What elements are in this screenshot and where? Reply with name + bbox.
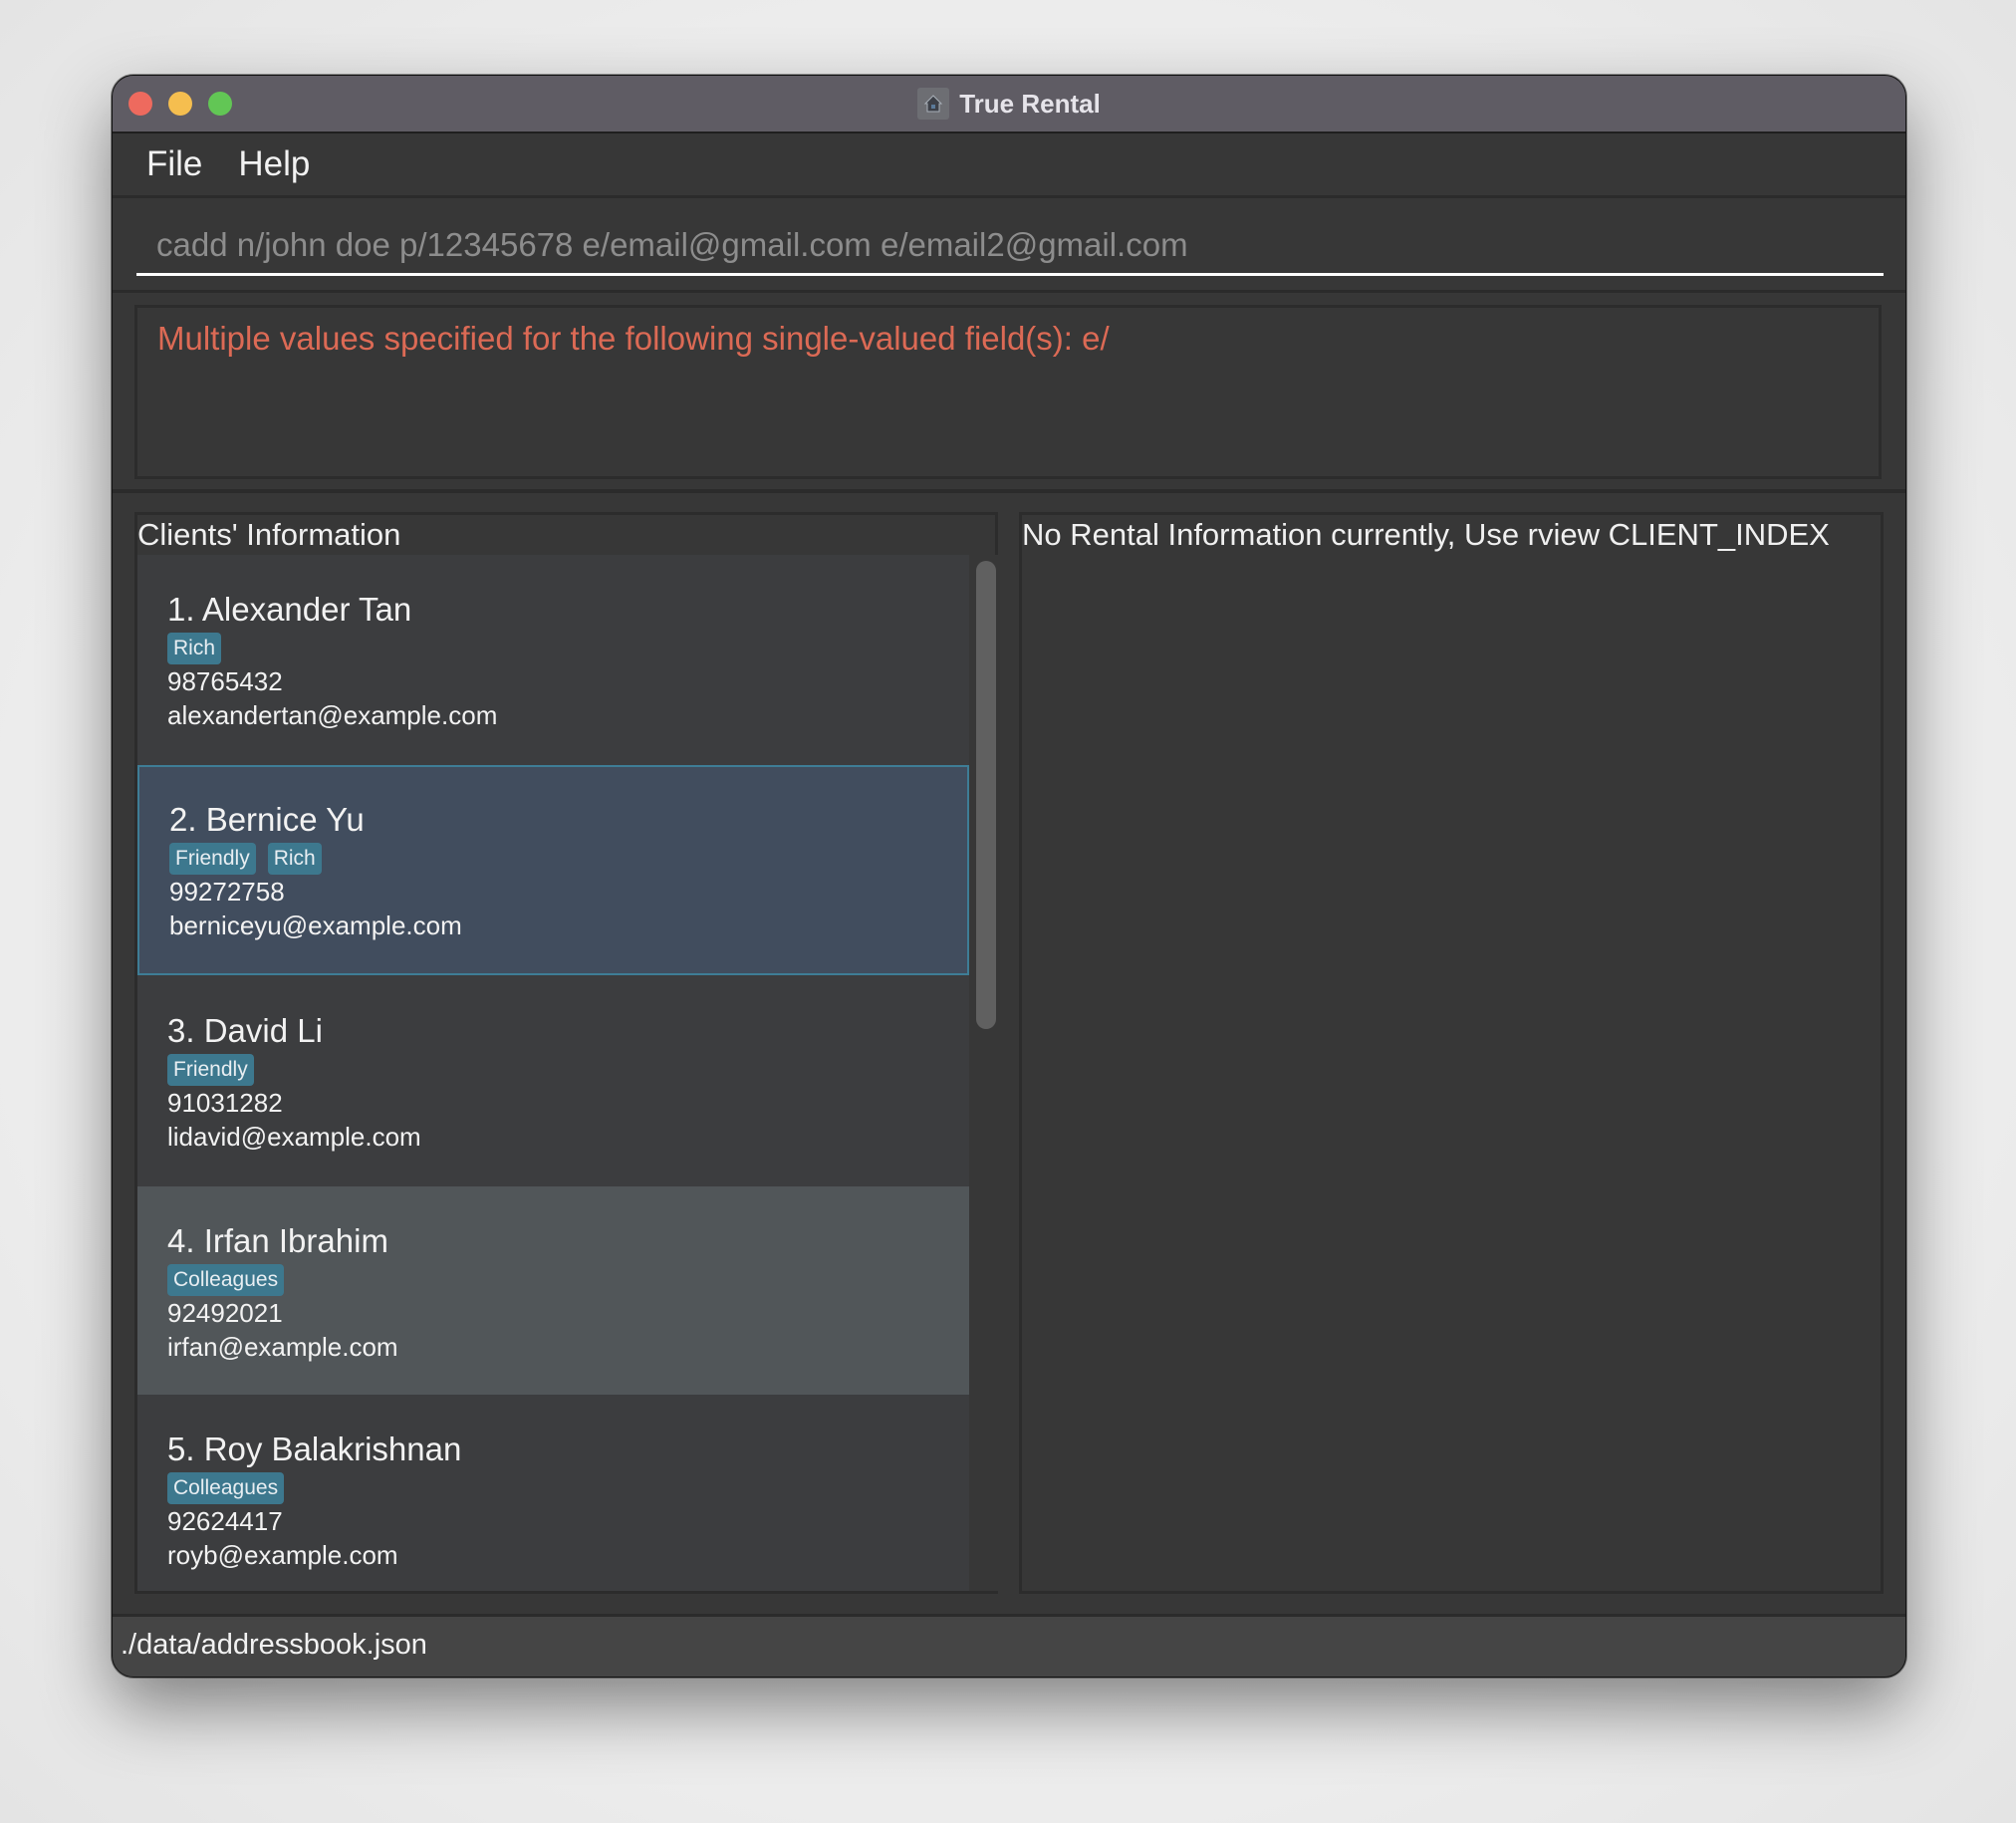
client-email: irfan@example.com (167, 1332, 398, 1362)
menu-help[interactable]: Help (238, 144, 310, 184)
client-list-scrollbar[interactable] (972, 555, 998, 1591)
client-email: alexandertan@example.com (167, 700, 498, 730)
client-phone: 91031282 (167, 1088, 283, 1118)
client-card-hovered[interactable]: 4. Irfan Ibrahim Colleagues 92492021 irf… (137, 1186, 969, 1397)
client-card[interactable]: 5. Roy Balakrishnan Colleagues 92624417 … (137, 1395, 969, 1591)
menu-file[interactable]: File (146, 144, 202, 184)
client-name: 2. Bernice Yu (169, 801, 365, 838)
client-email: lidavid@example.com (167, 1122, 421, 1152)
client-phone: 92624417 (167, 1506, 283, 1536)
data-file-path: ./data/addressbook.json (121, 1629, 427, 1661)
client-panel-title: Clients' Information (137, 517, 401, 552)
window-title: True Rental (959, 88, 1101, 119)
client-phone: 98765432 (167, 666, 283, 696)
client-name: 3. David Li (167, 1012, 323, 1049)
client-card-selected[interactable]: 2. Bernice Yu Friendly Rich 99272758 ber… (137, 765, 969, 975)
client-tag: Colleagues (167, 1472, 285, 1504)
result-display: Multiple values specified for the follow… (134, 305, 1882, 479)
scrollbar-thumb[interactable] (976, 561, 996, 1029)
status-bar: ./data/addressbook.json (113, 1614, 1905, 1677)
client-list-panel: Clients' Information 1. Alexander Tan Ri… (134, 512, 998, 1594)
client-phone: 99272758 (169, 877, 285, 907)
app-window: True Rental File Help Multiple values sp… (112, 75, 1906, 1678)
rental-info-panel: No Rental Information currently, Use rvi… (1019, 512, 1884, 1594)
client-tag: Rich (267, 843, 322, 875)
client-tag: Colleagues (167, 1264, 285, 1296)
client-phone: 92492021 (167, 1298, 283, 1328)
command-input[interactable] (136, 216, 1884, 276)
client-list[interactable]: 1. Alexander Tan Rich 98765432 alexander… (137, 555, 969, 1591)
client-card[interactable]: 3. David Li Friendly 91031282 lidavid@ex… (137, 976, 969, 1186)
house-app-icon (917, 88, 950, 120)
client-tag: Friendly (169, 843, 256, 875)
client-tag: Friendly (167, 1054, 254, 1086)
title-bar[interactable]: True Rental (113, 76, 1905, 133)
client-email: royb@example.com (167, 1540, 398, 1570)
command-box-area (113, 198, 1905, 293)
error-message: Multiple values specified for the follow… (157, 320, 1110, 357)
client-card[interactable]: 1. Alexander Tan Rich 98765432 alexander… (137, 555, 969, 765)
client-name: 4. Irfan Ibrahim (167, 1222, 388, 1259)
rental-info-message: No Rental Information currently, Use rvi… (1022, 517, 1830, 552)
client-email: berniceyu@example.com (169, 911, 462, 940)
client-tag: Rich (167, 633, 222, 664)
client-name: 1. Alexander Tan (167, 591, 412, 628)
client-name: 5. Roy Balakrishnan (167, 1431, 462, 1467)
menu-bar: File Help (113, 133, 1905, 198)
divider (113, 489, 1905, 493)
